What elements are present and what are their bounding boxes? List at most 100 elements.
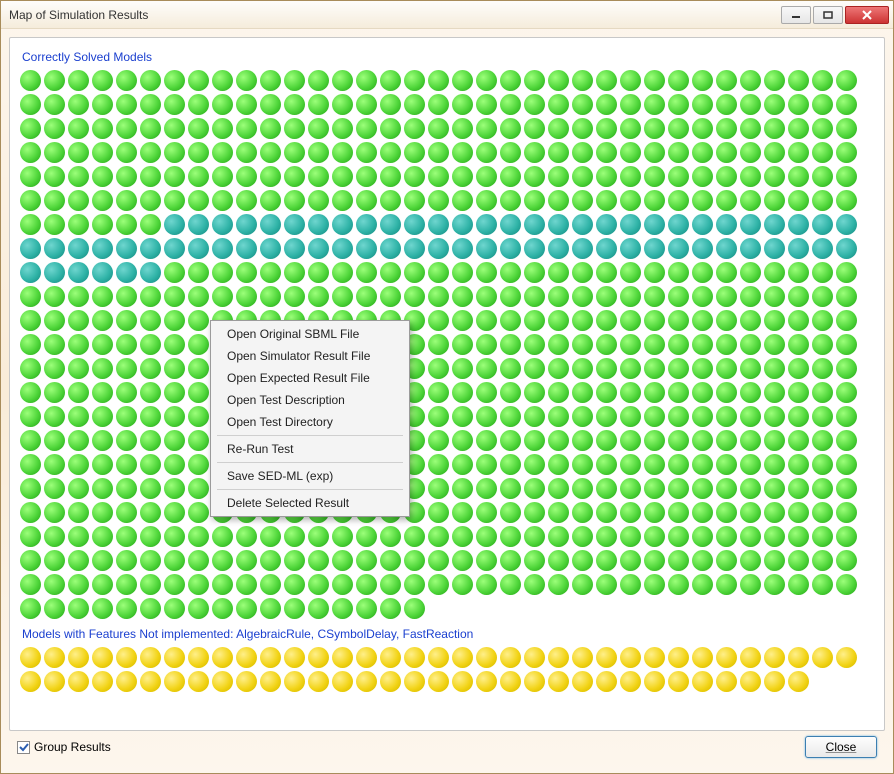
result-dot[interactable] (644, 190, 665, 211)
result-dot[interactable] (92, 238, 113, 259)
result-dot[interactable] (92, 502, 113, 523)
result-dot[interactable] (260, 574, 281, 595)
result-dot[interactable] (44, 262, 65, 283)
result-dot[interactable] (188, 550, 209, 571)
result-dot[interactable] (116, 550, 137, 571)
result-dot[interactable] (332, 190, 353, 211)
result-dot[interactable] (668, 502, 689, 523)
result-dot[interactable] (836, 430, 857, 451)
result-dot[interactable] (68, 574, 89, 595)
result-dot[interactable] (404, 238, 425, 259)
result-dot[interactable] (308, 70, 329, 91)
result-dot[interactable] (284, 142, 305, 163)
result-dot[interactable] (788, 310, 809, 331)
result-dot[interactable] (428, 454, 449, 475)
result-dot[interactable] (308, 671, 329, 692)
result-dot[interactable] (524, 526, 545, 547)
result-dot[interactable] (476, 454, 497, 475)
result-dot[interactable] (596, 142, 617, 163)
result-dot[interactable] (692, 70, 713, 91)
result-dot[interactable] (164, 574, 185, 595)
result-dot[interactable] (716, 550, 737, 571)
result-dot[interactable] (236, 118, 257, 139)
result-dot[interactable] (284, 647, 305, 668)
result-dot[interactable] (764, 238, 785, 259)
result-dot[interactable] (476, 262, 497, 283)
result-dot[interactable] (668, 454, 689, 475)
result-dot[interactable] (356, 262, 377, 283)
result-dot[interactable] (452, 526, 473, 547)
result-dot[interactable] (68, 671, 89, 692)
result-dot[interactable] (476, 406, 497, 427)
result-dot[interactable] (764, 166, 785, 187)
result-dot[interactable] (260, 671, 281, 692)
result-dot[interactable] (332, 647, 353, 668)
result-dot[interactable] (668, 478, 689, 499)
result-dot[interactable] (524, 310, 545, 331)
result-dot[interactable] (428, 166, 449, 187)
result-dot[interactable] (548, 142, 569, 163)
result-dot[interactable] (548, 70, 569, 91)
result-dot[interactable] (380, 238, 401, 259)
result-dot[interactable] (428, 94, 449, 115)
result-dot[interactable] (548, 502, 569, 523)
result-dot[interactable] (332, 671, 353, 692)
result-dot[interactable] (356, 214, 377, 235)
result-dot[interactable] (20, 454, 41, 475)
result-dot[interactable] (452, 550, 473, 571)
result-dot[interactable] (812, 166, 833, 187)
result-dot[interactable] (548, 190, 569, 211)
result-dot[interactable] (764, 430, 785, 451)
context-menu[interactable]: Open Original SBML FileOpen Simulator Re… (210, 320, 410, 517)
result-dot[interactable] (764, 502, 785, 523)
result-dot[interactable] (812, 478, 833, 499)
result-dot[interactable] (572, 166, 593, 187)
result-dot[interactable] (356, 70, 377, 91)
result-dot[interactable] (764, 647, 785, 668)
result-dot[interactable] (692, 166, 713, 187)
result-dot[interactable] (788, 214, 809, 235)
result-dot[interactable] (44, 598, 65, 619)
result-dot[interactable] (92, 671, 113, 692)
result-dot[interactable] (716, 358, 737, 379)
result-dot[interactable] (332, 550, 353, 571)
result-dot[interactable] (260, 262, 281, 283)
result-dot[interactable] (452, 574, 473, 595)
result-dot[interactable] (284, 550, 305, 571)
result-dot[interactable] (620, 262, 641, 283)
result-dot[interactable] (716, 118, 737, 139)
result-dot[interactable] (572, 454, 593, 475)
result-dot[interactable] (20, 382, 41, 403)
result-dot[interactable] (620, 286, 641, 307)
result-dot[interactable] (188, 358, 209, 379)
menu-item[interactable]: Open Test Directory (213, 411, 407, 433)
result-dot[interactable] (500, 406, 521, 427)
result-dot[interactable] (524, 70, 545, 91)
result-dot[interactable] (596, 478, 617, 499)
result-dot[interactable] (812, 118, 833, 139)
result-dot[interactable] (188, 598, 209, 619)
result-dot[interactable] (692, 671, 713, 692)
result-dot[interactable] (620, 526, 641, 547)
result-dot[interactable] (788, 286, 809, 307)
result-dot[interactable] (476, 190, 497, 211)
result-dot[interactable] (260, 238, 281, 259)
result-dot[interactable] (524, 118, 545, 139)
result-dot[interactable] (476, 94, 497, 115)
result-dot[interactable] (788, 454, 809, 475)
result-dot[interactable] (68, 647, 89, 668)
result-dot[interactable] (236, 94, 257, 115)
result-dot[interactable] (764, 574, 785, 595)
result-dot[interactable] (572, 358, 593, 379)
result-dot[interactable] (44, 142, 65, 163)
result-dot[interactable] (476, 526, 497, 547)
result-dot[interactable] (212, 526, 233, 547)
result-dot[interactable] (236, 671, 257, 692)
result-dot[interactable] (116, 598, 137, 619)
result-dot[interactable] (812, 574, 833, 595)
result-dot[interactable] (140, 502, 161, 523)
result-dot[interactable] (476, 358, 497, 379)
result-dot[interactable] (764, 671, 785, 692)
result-dot[interactable] (260, 142, 281, 163)
result-dot[interactable] (308, 598, 329, 619)
